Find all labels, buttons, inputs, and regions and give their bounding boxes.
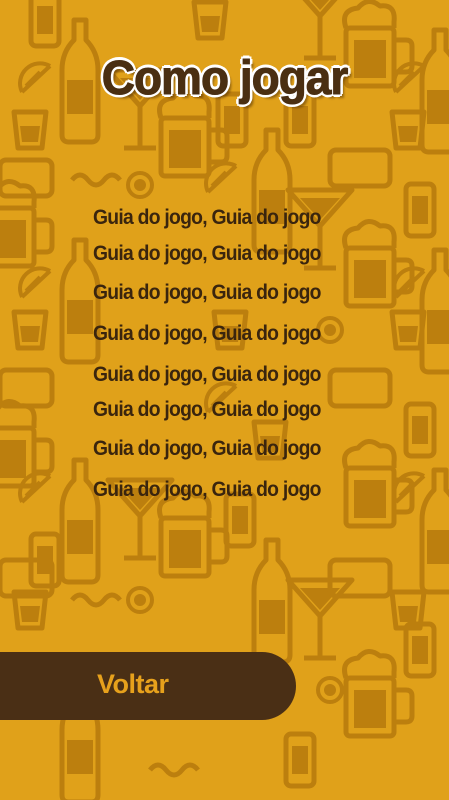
page-title: Como jogar [101, 49, 349, 105]
back-button-label: Voltar [97, 669, 169, 699]
guide-text-line: Guia do jogo, Guia do jogo [93, 281, 321, 304]
back-button[interactable]: Voltar [0, 652, 296, 720]
guide-text-line: Guia do jogo, Guia do jogo [93, 363, 321, 386]
guide-text-line: Guia do jogo, Guia do jogo [93, 437, 321, 460]
guide-text-line: Guia do jogo, Guia do jogo [93, 242, 321, 265]
guide-text-line: Guia do jogo, Guia do jogo [93, 398, 321, 421]
guide-text-line: Guia do jogo, Guia do jogo [93, 206, 321, 229]
guide-text-line: Guia do jogo, Guia do jogo [93, 322, 321, 345]
guide-text-line: Guia do jogo, Guia do jogo [93, 478, 321, 501]
